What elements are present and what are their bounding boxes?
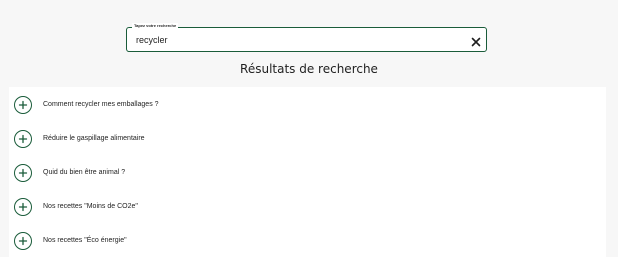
plus-circle-icon[interactable] [14, 130, 32, 148]
close-icon[interactable] [470, 33, 482, 47]
search-field-label: Tapez votre recherche [132, 23, 179, 29]
search-field[interactable]: Tapez votre recherche [126, 23, 487, 52]
result-item-gaspillage[interactable]: Réduire le gaspillage alimentaire [9, 121, 606, 155]
result-item-label: Comment recycler mes emballages ? [43, 101, 159, 108]
results-list: Comment recycler mes emballages ? Réduir… [9, 87, 606, 257]
result-item-recycler-emballages[interactable]: Comment recycler mes emballages ? [9, 87, 606, 121]
result-item-label: Réduire le gaspillage alimentaire [43, 135, 145, 142]
plus-circle-icon[interactable] [14, 96, 32, 114]
search-input[interactable] [136, 31, 456, 48]
result-item-bien-etre-animal[interactable]: Quid du bien être animal ? [9, 155, 606, 189]
results-title: Résultats de recherche [240, 62, 378, 76]
result-item-recettes-co2e[interactable]: Nos recettes "Moins de CO2e" [9, 189, 606, 223]
plus-circle-icon[interactable] [14, 198, 32, 216]
plus-circle-icon[interactable] [14, 232, 32, 250]
result-item-label: Quid du bien être animal ? [43, 169, 126, 176]
result-item-label: Nos recettes "Moins de CO2e" [43, 203, 138, 210]
result-item-label: Nos recettes "Éco énergie" [43, 237, 127, 244]
plus-circle-icon[interactable] [14, 164, 32, 182]
